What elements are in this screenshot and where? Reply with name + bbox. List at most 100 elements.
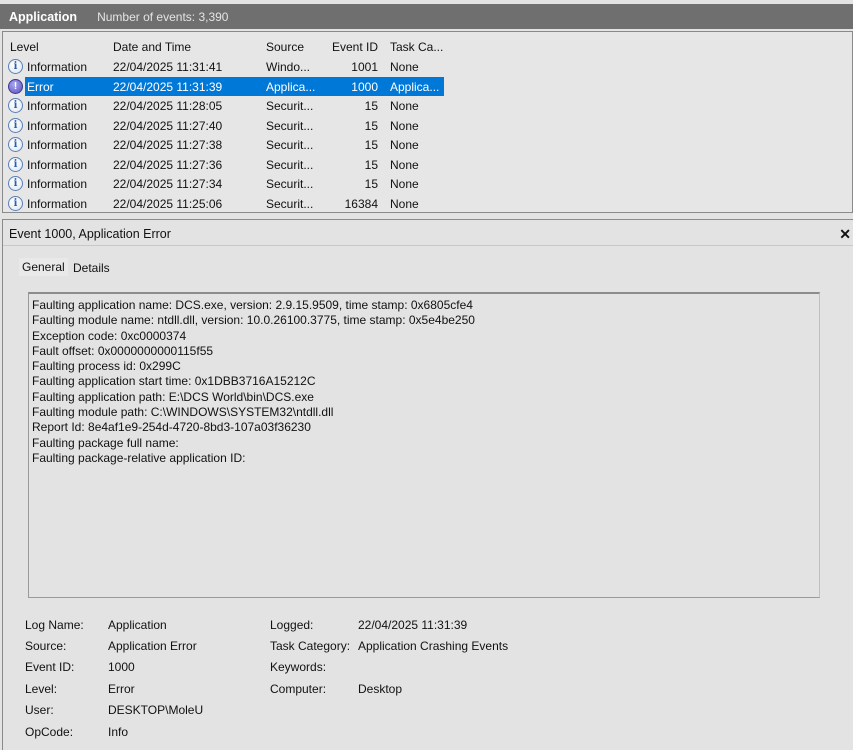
event-description[interactable]: Faulting application name: DCS.exe, vers…: [28, 292, 820, 598]
row-level: Information: [27, 157, 88, 172]
column-datetime[interactable]: Date and Time: [113, 40, 191, 54]
row-task-category: None: [390, 118, 419, 133]
description-line: Faulting application name: DCS.exe, vers…: [32, 298, 473, 312]
row-datetime: 22/04/2025 11:31:41: [113, 60, 223, 74]
row-event-id: 15: [364, 157, 378, 172]
description-line: Fault offset: 0x0000000000115f55: [32, 343, 214, 358]
row-source: Securit...: [266, 177, 314, 191]
info-icon: i: [8, 156, 23, 172]
row-task-category: None: [390, 60, 419, 74]
log-name: Application: [9, 9, 78, 24]
description-line: Faulting process id: 0x299C: [32, 359, 181, 374]
event-list[interactable]: Level Date and Time Source Event ID Task…: [2, 31, 853, 213]
description-line: Faulting application start time: 0x1DBB3…: [32, 374, 316, 389]
row-event-id: 1001: [351, 60, 378, 74]
row-level: Information: [27, 138, 88, 152]
description-line: Exception code: 0xc0000374: [32, 328, 187, 343]
description-line: Faulting module name: ntdll.dll, version…: [32, 313, 475, 328]
row-datetime: 22/04/2025 11:27:40: [113, 118, 223, 133]
info-icon: i: [8, 176, 23, 191]
close-icon[interactable]: ✕: [839, 226, 851, 243]
detail-header: Event 1000, Application Error ✕: [3, 222, 853, 246]
property-label: OpCode:: [25, 725, 74, 739]
row-source: Windo...: [266, 60, 311, 74]
row-event-id: 15: [364, 138, 378, 152]
row-level: Information: [27, 118, 88, 133]
info-icon: i: [8, 195, 23, 211]
property-value: Application Crashing Events: [358, 639, 509, 653]
event-row[interactable]: i Information 22/04/2025 11:27:36 Securi…: [3, 155, 852, 174]
column-header-row: Level Date and Time Source Event ID Task…: [3, 37, 852, 56]
property-label: Computer:: [270, 682, 327, 696]
description-line: Faulting module path: C:\WINDOWS\SYSTEM3…: [32, 405, 334, 420]
log-title-bar: Application Number of events: 3,390: [0, 4, 853, 29]
row-level: Information: [27, 177, 88, 191]
event-row[interactable]: ! Error 22/04/2025 11:31:39 Applica... 1…: [3, 76, 852, 96]
property-value: Application: [108, 618, 167, 632]
property-label: Log Name:: [25, 618, 84, 632]
row-level: Information: [27, 196, 88, 211]
property-label: User:: [25, 703, 54, 717]
row-source: Securit...: [266, 157, 314, 172]
property-value: Desktop: [358, 682, 403, 696]
property-label: Task Category:: [270, 639, 351, 653]
event-row[interactable]: i Information 22/04/2025 11:27:38 Securi…: [3, 135, 852, 154]
event-row[interactable]: i Information 22/04/2025 11:27:40 Securi…: [3, 116, 852, 135]
column-source[interactable]: Source: [266, 40, 304, 54]
description-line: Faulting package full name:: [32, 435, 179, 450]
selection-highlight: [25, 76, 444, 96]
row-source: Securit...: [266, 138, 314, 152]
event-detail-pane: Event 1000, Application Error ✕ General …: [2, 219, 853, 750]
event-row[interactable]: i Information 22/04/2025 11:25:06 Securi…: [3, 194, 852, 213]
row-datetime: 22/04/2025 11:27:34: [113, 177, 223, 191]
column-task-category[interactable]: Task Ca...: [390, 40, 443, 54]
row-datetime: 22/04/2025 11:28:05: [113, 99, 223, 113]
property-label: Logged:: [270, 618, 314, 632]
row-task-category: None: [390, 177, 419, 191]
row-datetime: 22/04/2025 11:27:36: [113, 157, 223, 172]
event-row[interactable]: i Information 22/04/2025 11:28:05 Securi…: [3, 96, 852, 115]
row-source: Securit...: [266, 99, 314, 113]
tab-general[interactable]: General: [19, 258, 68, 276]
row-task-category: None: [390, 138, 419, 152]
row-task-category: None: [390, 157, 419, 172]
row-event-id: 16384: [344, 196, 378, 211]
row-datetime: 22/04/2025 11:31:39: [113, 79, 223, 94]
property-label: Source:: [25, 639, 67, 653]
property-value: DESKTOP\MoleU: [108, 703, 204, 717]
row-task-category: Applica...: [390, 79, 440, 94]
info-icon: i: [8, 117, 23, 133]
row-task-category: None: [390, 196, 419, 211]
info-icon: i: [8, 98, 23, 113]
property-value: Application Error: [108, 639, 197, 653]
property-label: Keywords:: [270, 660, 327, 674]
row-task-category: None: [390, 99, 419, 113]
row-level: Information: [27, 60, 88, 74]
row-event-id: 15: [364, 118, 378, 133]
event-row[interactable]: i Information 22/04/2025 11:31:41 Windo.…: [3, 57, 852, 76]
row-level: Information: [27, 99, 88, 113]
event-row[interactable]: i Information 22/04/2025 11:27:34 Securi…: [3, 174, 852, 193]
description-line: Faulting package-relative application ID…: [32, 450, 246, 465]
description-line: Report Id: 8e4af1e9-254d-4720-8bd3-107a0…: [32, 420, 311, 435]
column-level[interactable]: Level: [10, 40, 39, 54]
property-label: Event ID:: [25, 660, 75, 674]
description-line: Faulting application path: E:\DCS World\…: [32, 389, 314, 404]
row-event-id: 15: [364, 99, 378, 113]
info-icon: i: [8, 137, 23, 152]
row-event-id: 1000: [351, 79, 378, 94]
row-datetime: 22/04/2025 11:25:06: [113, 196, 223, 211]
row-source: Securit...: [266, 118, 314, 133]
info-icon: i: [8, 59, 23, 74]
row-level: Error: [27, 79, 54, 94]
error-icon: !: [8, 78, 23, 94]
property-value: Info: [108, 725, 129, 739]
property-value: 1000: [108, 660, 135, 674]
event-count: Number of events: 3,390: [97, 9, 229, 24]
row-source: Applica...: [266, 79, 316, 94]
property-label: Level:: [25, 682, 58, 696]
property-value: 22/04/2025 11:31:39: [358, 618, 468, 632]
tab-details[interactable]: Details: [73, 261, 110, 275]
detail-title: Event 1000, Application Error: [9, 227, 171, 241]
column-event-id[interactable]: Event ID: [332, 40, 378, 54]
